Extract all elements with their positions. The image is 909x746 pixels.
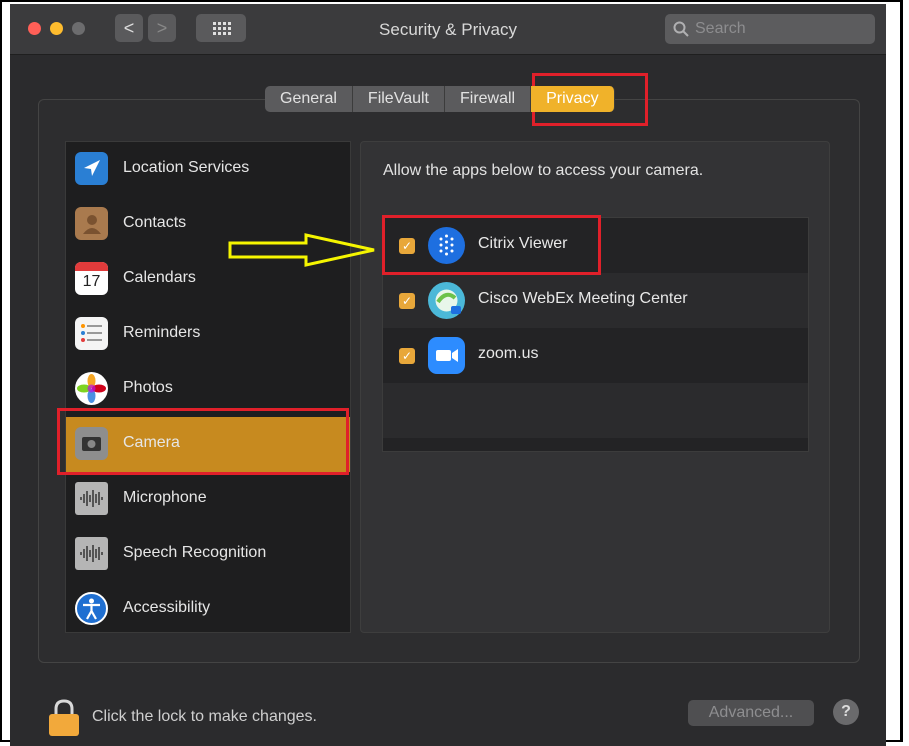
- permission-instruction: Allow the apps below to access your came…: [383, 162, 704, 179]
- sidebar-item-label: Location Services: [123, 159, 250, 176]
- app-row-zoom: ✓ zoom.us: [383, 328, 808, 383]
- annotation-arrow-icon: [228, 233, 375, 267]
- microphone-waveform-icon: [75, 482, 108, 515]
- photos-flower-icon: [75, 372, 108, 405]
- sidebar-item-label: Calendars: [123, 269, 196, 286]
- sidebar-item-label: Reminders: [123, 324, 201, 341]
- search-field[interactable]: Search: [665, 14, 875, 44]
- zoom-icon: [428, 337, 465, 374]
- app-name: zoom.us: [478, 345, 539, 362]
- footer: Click the lock to make changes. Advanced…: [10, 664, 886, 746]
- sidebar-item-accessibility[interactable]: Accessibility: [66, 582, 350, 637]
- lock-icon[interactable]: [48, 699, 80, 737]
- zoom-checkbox[interactable]: ✓: [399, 348, 415, 364]
- sidebar-item-location-services[interactable]: Location Services: [66, 142, 350, 197]
- speech-waveform-icon: [75, 537, 108, 570]
- privacy-category-list: Location Services Contacts 17 Calendars: [65, 141, 351, 633]
- sidebar-item-microphone[interactable]: Microphone: [66, 472, 350, 527]
- reminders-list-icon: [75, 317, 108, 350]
- help-button[interactable]: ?: [833, 699, 859, 725]
- search-placeholder: Search: [695, 20, 746, 37]
- cisco-webex-icon: [428, 282, 465, 319]
- tab-general[interactable]: General: [265, 86, 353, 112]
- lock-instruction: Click the lock to make changes.: [92, 708, 317, 725]
- sidebar-item-label: Microphone: [123, 489, 207, 506]
- calendar-day: 17: [82, 273, 101, 290]
- preferences-window: < > Security & Privacy Search General Fi…: [10, 4, 886, 746]
- location-arrow-icon: [75, 152, 108, 185]
- sidebar-item-label: Speech Recognition: [123, 544, 267, 561]
- tab-privacy[interactable]: Privacy: [531, 86, 615, 112]
- contacts-book-icon: [75, 207, 108, 240]
- tab-firewall[interactable]: Firewall: [444, 86, 532, 112]
- accessibility-person-icon: [75, 592, 108, 625]
- tab-filevault[interactable]: FileVault: [352, 86, 445, 112]
- tab-bar: General FileVault Firewall Privacy: [265, 86, 615, 112]
- sidebar-item-label: Accessibility: [123, 599, 211, 616]
- cisco-webex-checkbox[interactable]: ✓: [399, 293, 415, 309]
- app-row-cisco-webex: ✓ Cisco WebEx Meeting Center: [383, 273, 808, 328]
- sidebar-item-speech-recognition[interactable]: Speech Recognition: [66, 527, 350, 582]
- advanced-button[interactable]: Advanced...: [688, 700, 814, 726]
- camera-item-highlight: [57, 408, 349, 475]
- calendar-header: [75, 262, 108, 271]
- citrix-viewer-highlight: [382, 215, 601, 275]
- app-name: Cisco WebEx Meeting Center: [478, 290, 688, 307]
- sidebar-item-reminders[interactable]: Reminders: [66, 307, 350, 362]
- sidebar-item-label: Photos: [123, 379, 173, 396]
- app-row-empty: [383, 383, 808, 438]
- sidebar-item-label: Contacts: [123, 214, 187, 231]
- title-bar: < > Security & Privacy Search: [10, 4, 886, 55]
- calendar-icon: 17: [75, 262, 108, 295]
- search-icon: [673, 21, 689, 37]
